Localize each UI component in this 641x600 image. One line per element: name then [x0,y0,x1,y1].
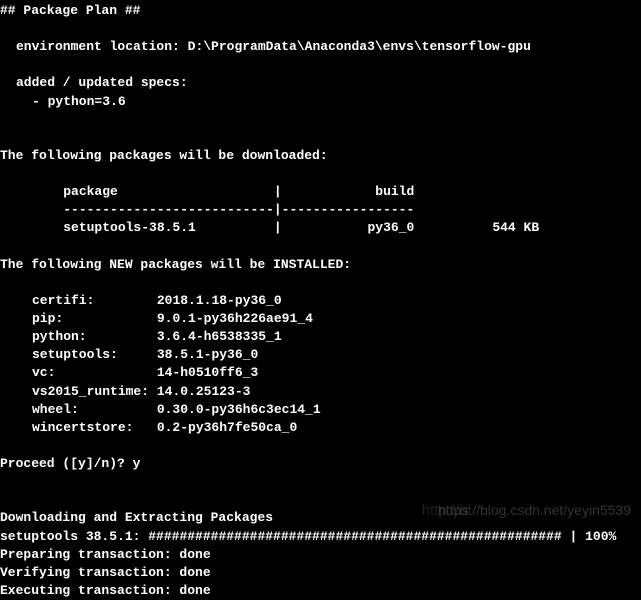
pkg-name: setuptools: [32,347,118,362]
sep: ---------------------------|------------… [63,202,414,217]
col-package: package [63,184,118,199]
pkg-name: certifi: [32,293,94,308]
pkg-ver: 2018.1.18-py36_0 [157,293,282,308]
prompt-answer: y [133,456,141,471]
prompt-text: Proceed ([y]/n)? [0,456,133,471]
download-header: The following packages will be downloade… [0,147,641,165]
blank [0,274,641,292]
progress-line: setuptools 38.5.1: #####################… [0,528,641,546]
verify-line: Verifying transaction: done [0,564,641,582]
pkg-name: vc: [32,365,55,380]
blank [0,20,641,38]
proceed-prompt[interactable]: Proceed ([y]/n)? y [0,455,641,473]
execute-line: Executing transaction: done [0,582,641,600]
pkg-row: wincertstore: 0.2-py36h7fe50ca_0 [0,419,641,437]
blank [0,437,641,455]
pkg-ver: 0.30.0-py36h6c3ec14_1 [157,402,321,417]
col-build: build [375,184,414,199]
pkg-name: pip: [32,311,63,326]
env-path: D:\ProgramData\Anaconda3\envs\tensorflow… [188,39,531,54]
install-header: The following NEW packages will be INSTA… [0,256,641,274]
progress-label: setuptools 38.5.1: [0,529,148,544]
pkg-row: vs2015_runtime: 14.0.25123-3 [0,383,641,401]
plan-header: ## Package Plan ## [0,2,641,20]
env-label: environment location: [16,39,188,54]
pkg-ver: 14.0.25123-3 [157,384,251,399]
specs-label: added / updated specs: [0,74,641,92]
prepare-line: Preparing transaction: done [0,546,641,564]
pkg-name: python: [32,329,87,344]
pkg-ver: 14-h0510ff6_3 [157,365,258,380]
pkg-row: wheel: 0.30.0-py36h6c3ec14_1 [0,401,641,419]
pkg-build: py36_0 [367,220,414,235]
pkg-name: setuptools-38.5.1 [63,220,196,235]
watermark: https://blog.csdn.net/yeyin5539 [438,501,631,521]
pkg-name: wincertstore: [32,420,133,435]
pkg-ver: 38.5.1-py36_0 [157,347,258,362]
pkg-ver: 0.2-py36h7fe50ca_0 [157,420,297,435]
blank [0,111,641,129]
pkg-row: vc: 14-h0510ff6_3 [0,364,641,382]
env-location: environment location: D:\ProgramData\Ana… [0,38,641,56]
specs-item: - python=3.6 [0,93,641,111]
blank [0,238,641,256]
table-header: package | build [0,183,641,201]
pkg-name: wheel: [32,402,79,417]
table-row: setuptools-38.5.1 | py36_0 544 KB [0,219,641,237]
pkg-row: setuptools: 38.5.1-py36_0 [0,346,641,364]
pkg-name: vs2015_runtime: [32,384,149,399]
progress-bar: ########################################… [148,529,616,544]
blank [0,129,641,147]
pkg-ver: 9.0.1-py36h226ae91_4 [157,311,313,326]
table-separator: ---------------------------|------------… [0,201,641,219]
blank [0,165,641,183]
pkg-ver: 3.6.4-h6538335_1 [157,329,282,344]
blank [0,473,641,491]
pkg-row: python: 3.6.4-h6538335_1 [0,328,641,346]
pkg-size: 544 KB [492,220,539,235]
pkg-row: certifi: 2018.1.18-py36_0 [0,292,641,310]
blank [0,56,641,74]
pkg-row: pip: 9.0.1-py36h226ae91_4 [0,310,641,328]
